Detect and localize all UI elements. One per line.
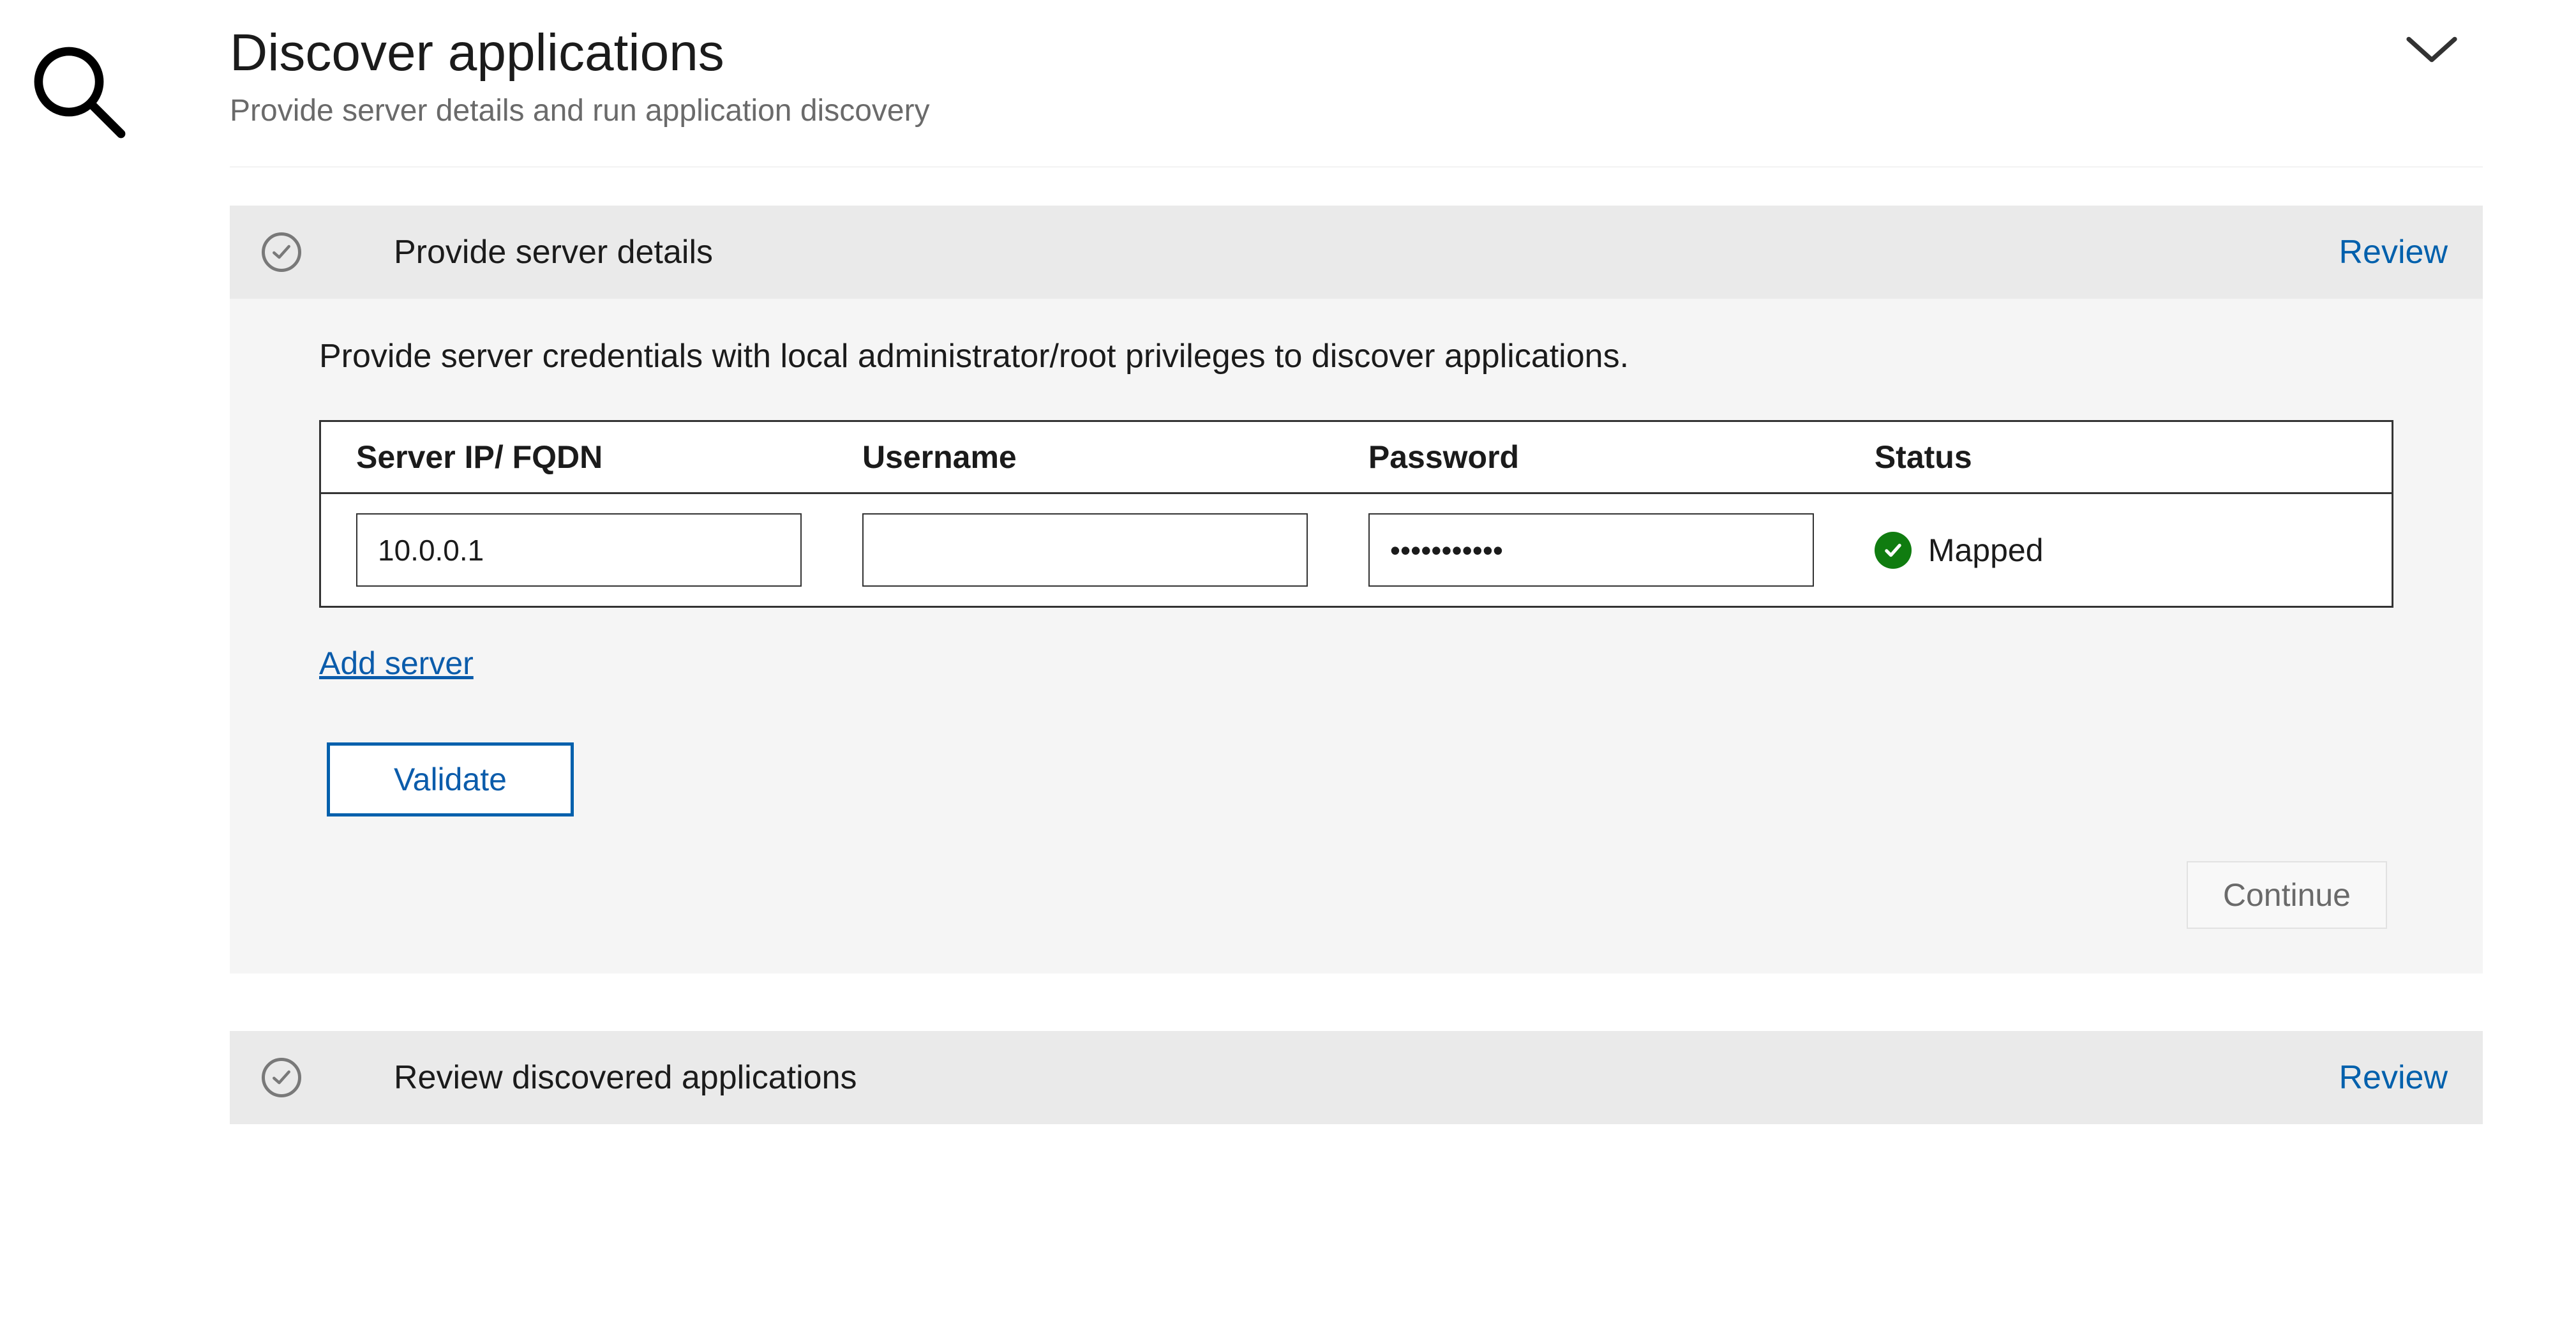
server-ip-input[interactable]: [356, 513, 802, 587]
col-password: Password: [1368, 439, 1875, 476]
search-icon[interactable]: [26, 26, 134, 150]
step1-panel: Provide server details Review Provide se…: [230, 206, 2483, 974]
check-circle-icon: [262, 232, 301, 272]
chevron-down-icon[interactable]: [2403, 26, 2483, 70]
status-success-icon: [1875, 532, 1912, 569]
step2-header: Review discovered applications Review: [230, 1031, 2483, 1124]
col-username: Username: [862, 439, 1368, 476]
table-row: Mapped: [321, 494, 2392, 606]
server-table: Server IP/ FQDN Username Password Status: [319, 420, 2393, 608]
check-circle-icon: [262, 1058, 301, 1097]
password-input[interactable]: [1368, 513, 1814, 587]
status-cell: Mapped: [1875, 532, 2356, 569]
page-subtitle: Provide server details and run applicati…: [230, 93, 930, 128]
col-status: Status: [1875, 439, 2356, 476]
step2-panel: Review discovered applications Review: [230, 1031, 2483, 1124]
step1-description: Provide server credentials with local ad…: [319, 337, 2393, 375]
step2-title: Review discovered applications: [394, 1058, 857, 1097]
status-label: Mapped: [1928, 532, 2044, 569]
step1-body: Provide server credentials with local ad…: [230, 299, 2483, 974]
step1-review-link[interactable]: Review: [2339, 233, 2448, 271]
page-title: Discover applications: [230, 26, 930, 80]
col-ip: Server IP/ FQDN: [356, 439, 862, 476]
step2-review-link[interactable]: Review: [2339, 1058, 2448, 1097]
step1-header: Provide server details Review: [230, 206, 2483, 299]
username-input[interactable]: [862, 513, 1308, 587]
page-header: Discover applications Provide server det…: [230, 26, 2483, 167]
validate-button[interactable]: Validate: [327, 742, 574, 816]
step1-title: Provide server details: [394, 233, 713, 271]
add-server-link[interactable]: Add server: [319, 645, 474, 682]
continue-button[interactable]: Continue: [2187, 861, 2387, 929]
table-header-row: Server IP/ FQDN Username Password Status: [321, 422, 2392, 494]
